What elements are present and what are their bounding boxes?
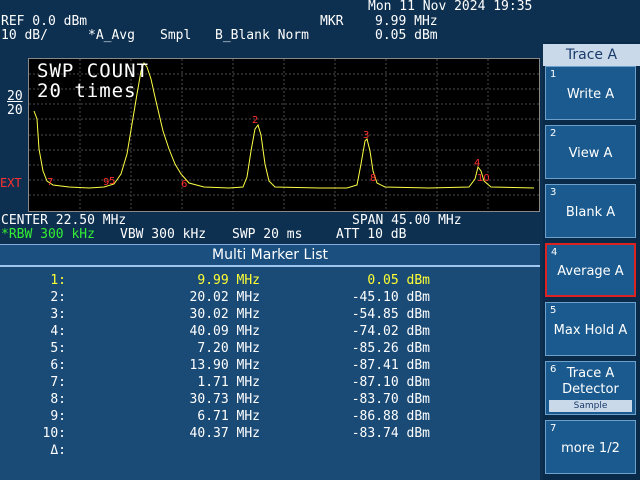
marker-index: 8: bbox=[50, 392, 66, 407]
softkey-num: 4 bbox=[551, 247, 558, 258]
rbw: *RBW 300 kHz bbox=[1, 227, 95, 242]
softkey-num: 7 bbox=[550, 423, 557, 434]
span: SPAN 45.00 MHz bbox=[352, 213, 462, 228]
marker-6: 6 bbox=[181, 179, 187, 190]
softkey-menu-title: Trace A bbox=[543, 44, 640, 66]
marker-freq: 30.73 MHz bbox=[189, 392, 260, 407]
softkey-label-line1: Trace A bbox=[566, 366, 615, 381]
softkey-label: more 1/2 bbox=[561, 441, 620, 456]
marker-index: 1: bbox=[50, 273, 66, 288]
marker-amp: -87.41 dBm bbox=[351, 358, 430, 373]
datetime: Mon 11 Nov 2024 19:35 bbox=[368, 0, 533, 14]
softkey-num: 1 bbox=[550, 69, 557, 80]
swp-count-value: 20 times bbox=[37, 80, 137, 102]
softkey-label: Max Hold A bbox=[553, 323, 628, 338]
marker-4: 4 bbox=[474, 158, 480, 169]
marker-row-1[interactable]: 1: 9.99 MHz 0.05 dBm bbox=[0, 273, 540, 289]
left-label-bottom: 20 bbox=[7, 103, 23, 118]
marker-amp: -85.26 dBm bbox=[351, 341, 430, 356]
marker-9: 9 bbox=[103, 177, 109, 188]
scale-div: 10 dB/ bbox=[1, 28, 48, 43]
marker-amp: -83.70 dBm bbox=[351, 392, 430, 407]
marker-5: 5 bbox=[109, 176, 115, 187]
mkr-label: MKR bbox=[320, 14, 344, 29]
softkey-more[interactable]: 7 more 1/2 bbox=[545, 420, 636, 474]
mkr-freq: 9.99 MHz bbox=[375, 14, 438, 29]
marker-index: 10: bbox=[42, 426, 66, 441]
marker-2: 2 bbox=[252, 115, 258, 126]
softkey-label-line2: Detector bbox=[562, 382, 619, 397]
marker-freq: 40.37 MHz bbox=[189, 426, 260, 441]
center-freq: CENTER 22.50 MHz bbox=[1, 213, 127, 228]
marker-row-8[interactable]: 8: 30.73 MHz -83.70 dBm bbox=[0, 392, 540, 408]
softkey-label: View A bbox=[568, 146, 613, 161]
marker-7: 7 bbox=[47, 177, 53, 188]
softkey-write-a[interactable]: 1 Write A bbox=[545, 66, 636, 120]
trace-mode: *A_Avg bbox=[88, 28, 135, 43]
marker-index: 5: bbox=[50, 341, 66, 356]
marker-row-2[interactable]: 2: 20.02 MHz -45.10 dBm bbox=[0, 290, 540, 306]
marker-index: 4: bbox=[50, 324, 66, 339]
softkey-label: Blank A bbox=[565, 205, 616, 220]
marker-index: 2: bbox=[50, 290, 66, 305]
left-label-top: 20 bbox=[7, 89, 23, 104]
spectrum-plot: 1 2 3 4 5 6 7 8 9 10 SWP COUNT 20 times bbox=[28, 58, 540, 212]
marker-index: 3: bbox=[50, 307, 66, 322]
marker-amp: -74.02 dBm bbox=[351, 324, 430, 339]
vbw: VBW 300 kHz bbox=[120, 227, 207, 242]
marker-freq: 13.90 MHz bbox=[189, 358, 260, 373]
marker-row-9[interactable]: 9: 6.71 MHz -86.88 dBm bbox=[0, 409, 540, 425]
marker-row-delta[interactable]: Δ: bbox=[0, 443, 540, 459]
softkey-num: 3 bbox=[550, 187, 557, 198]
marker-index: 6: bbox=[50, 358, 66, 373]
softkey-max-hold-a[interactable]: 5 Max Hold A bbox=[545, 302, 636, 356]
attenuation: ATT 10 dB bbox=[336, 227, 407, 242]
marker-amp: 0.05 dBm bbox=[367, 273, 430, 288]
softkey-label: Write A bbox=[566, 87, 615, 102]
marker-row-4[interactable]: 4: 40.09 MHz -74.02 dBm bbox=[0, 324, 540, 340]
marker-freq: 20.02 MHz bbox=[189, 290, 260, 305]
sweep-time: SWP 20 ms bbox=[232, 227, 303, 242]
detector-value: Sample bbox=[549, 400, 632, 412]
marker-amp: -87.10 dBm bbox=[351, 375, 430, 390]
mkr-amp: 0.05 dBm bbox=[375, 28, 438, 43]
ref-level: REF 0.0 dBm bbox=[1, 14, 88, 29]
marker-10: 10 bbox=[477, 173, 490, 184]
marker-freq: 1.71 MHz bbox=[197, 375, 260, 390]
marker-freq: 6.71 MHz bbox=[197, 409, 260, 424]
marker-row-6[interactable]: 6: 13.90 MHz -87.41 dBm bbox=[0, 358, 540, 374]
marker-freq: 40.09 MHz bbox=[189, 324, 260, 339]
marker-row-3[interactable]: 3: 30.02 MHz -54.85 dBm bbox=[0, 307, 540, 323]
trace-b-mode: B_Blank Norm bbox=[215, 28, 309, 43]
marker-row-10[interactable]: 10: 40.37 MHz -83.74 dBm bbox=[0, 426, 540, 442]
marker-freq: 9.99 MHz bbox=[197, 273, 260, 288]
marker-amp: -45.10 dBm bbox=[351, 290, 430, 305]
marker-row-7[interactable]: 7: 1.71 MHz -87.10 dBm bbox=[0, 375, 540, 391]
marker-8: 8 bbox=[370, 173, 376, 184]
softkey-num: 5 bbox=[550, 305, 557, 316]
marker-amp: -86.88 dBm bbox=[351, 409, 430, 424]
softkey-view-a[interactable]: 2 View A bbox=[545, 125, 636, 179]
marker-freq: 7.20 MHz bbox=[197, 341, 260, 356]
softkey-average-a[interactable]: 4 Average A bbox=[545, 243, 636, 297]
detector-mode: Smpl bbox=[160, 28, 192, 43]
softkey-label: Average A bbox=[557, 264, 624, 279]
marker-index: 9: bbox=[50, 409, 66, 424]
marker-row-5[interactable]: 5: 7.20 MHz -85.26 dBm bbox=[0, 341, 540, 357]
analyzer-screen: Mon 11 Nov 2024 19:35 REF 0.0 dBm 10 dB/… bbox=[0, 0, 640, 480]
swp-count-label: SWP COUNT bbox=[37, 60, 149, 82]
multi-marker-list: Multi Marker List 1: 9.99 MHz 0.05 dBm 2… bbox=[0, 244, 540, 480]
marker-list-title: Multi Marker List bbox=[0, 245, 540, 267]
marker-index: 7: bbox=[50, 375, 66, 390]
marker-amp: -54.85 dBm bbox=[351, 307, 430, 322]
ext-label: EXT bbox=[0, 176, 22, 190]
softkey-num: 2 bbox=[550, 128, 557, 139]
marker-amp: -83.74 dBm bbox=[351, 426, 430, 441]
softkey-trace-a-detector[interactable]: 6 Trace A Detector Sample bbox=[545, 361, 636, 415]
marker-index: Δ: bbox=[50, 443, 66, 458]
softkey-blank-a[interactable]: 3 Blank A bbox=[545, 184, 636, 238]
marker-3: 3 bbox=[363, 130, 369, 141]
marker-freq: 30.02 MHz bbox=[189, 307, 260, 322]
